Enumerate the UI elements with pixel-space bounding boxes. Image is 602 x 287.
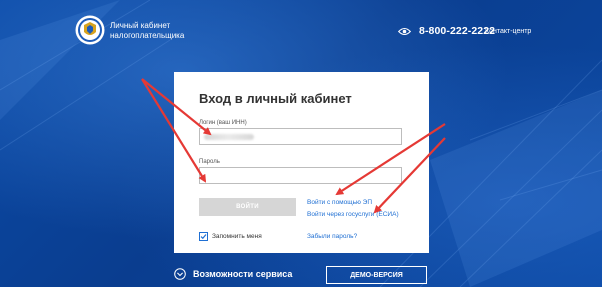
- esia-login-link[interactable]: Войти через госуслуги (ЕСИА): [307, 211, 399, 218]
- remember-checkbox[interactable]: [199, 232, 208, 241]
- brand-title[interactable]: Личный кабинет налогоплательщика: [110, 21, 184, 41]
- service-features-toggle[interactable]: Возможности сервиса: [193, 269, 292, 279]
- login-button[interactable]: ВОЙТИ: [199, 198, 296, 216]
- header: Личный кабинет налогоплательщика 8-800-2…: [0, 0, 602, 62]
- ep-login-link[interactable]: Войти с помощью ЭП: [307, 199, 372, 206]
- login-label: Логин (ваш ИНН): [199, 120, 247, 126]
- checkmark-icon: [200, 234, 207, 240]
- demo-version-button[interactable]: ДЕМО-ВЕРСИЯ: [326, 266, 427, 284]
- login-input[interactable]: [199, 128, 402, 145]
- phone-number[interactable]: 8-800-222-2222: [419, 25, 495, 37]
- page-title: Вход в личный кабинет: [199, 91, 352, 106]
- login-card: Вход в личный кабинет Логин (ваш ИНН) Па…: [174, 72, 429, 253]
- password-label: Пароль: [199, 159, 220, 165]
- forgot-password-link[interactable]: Забыли пароль?: [307, 233, 357, 240]
- contact-center-link[interactable]: Контакт-центр: [485, 28, 531, 35]
- eye-icon[interactable]: [398, 27, 411, 36]
- chevron-down-circle-icon[interactable]: [174, 268, 186, 280]
- emblem-icon[interactable]: [75, 15, 105, 45]
- password-input[interactable]: [199, 167, 402, 184]
- brand-line2: налогоплательщика: [110, 31, 185, 40]
- remember-label: Запомнить меня: [212, 233, 262, 240]
- login-value-blurred: [204, 134, 254, 140]
- brand-line1: Личный кабинет: [110, 21, 171, 30]
